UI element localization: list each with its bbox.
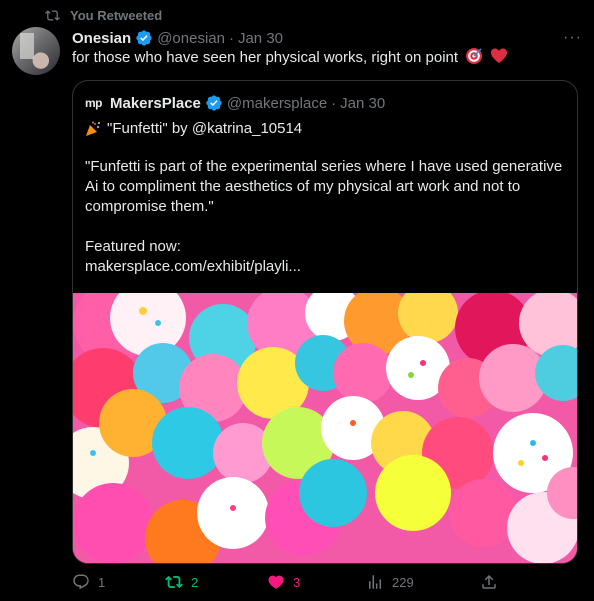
like-icon [268,575,284,589]
retweet-icon [45,9,60,21]
share-icon [482,574,496,589]
quote-author-handle[interactable]: @makersplace [227,95,327,112]
quote-author-name[interactable]: MakersPlace [110,95,201,112]
author-name[interactable]: Onesian [72,30,131,47]
quote-header: mp MakersPlace @makersplace · Jan 30 [85,93,385,113]
separator-dot: · [228,29,234,47]
tweet-actions: 1 2 3 229 [72,573,576,595]
like-count: 3 [293,574,301,590]
party-popper-emoji [86,121,100,136]
reply-button[interactable]: 1 [72,573,105,591]
views-button[interactable]: 229 [366,573,414,591]
share-button[interactable] [480,573,498,591]
heart-emoji [491,48,508,63]
quote-title-line: "Funfetti" by @katrina_10514 [85,119,302,139]
tweet-header: Onesian @onesian · Jan 30 ··· [72,27,582,49]
quote-title: "Funfetti" by @katrina_10514 [107,120,303,137]
views-count: 229 [392,574,414,590]
tweet-text-content: for those who have seen her physical wor… [72,49,459,66]
author-avatar[interactable] [12,27,60,75]
more-icon[interactable]: ··· [563,29,582,47]
verified-badge-icon [206,95,222,111]
views-icon [369,575,381,589]
retweet-count: 2 [191,574,199,590]
tweet-date[interactable]: Jan 30 [238,30,283,47]
reply-count: 1 [98,574,106,590]
retweet-icon [165,575,183,589]
target-emoji [466,48,483,64]
makersplace-logo: mp [85,96,103,110]
quoted-tweet[interactable]: mp MakersPlace @makersplace · Jan 30 "Fu… [72,80,578,564]
separator-dot: · [331,94,337,112]
reply-icon [73,574,89,590]
author-handle[interactable]: @onesian [157,30,225,47]
tweet-text: for those who have seen her physical wor… [72,47,572,68]
retweet-button[interactable]: 2 [165,573,198,591]
funfetti-artwork-image[interactable] [73,293,577,563]
quote-body-text: "Funfetti is part of the experimental se… [85,158,563,275]
verified-badge-icon [136,30,152,46]
artwork-illustration [73,293,577,563]
like-button[interactable]: 3 [267,573,300,591]
retweet-label: You Retweeted [70,7,163,23]
retweet-context: You Retweeted [45,6,162,24]
quote-date[interactable]: Jan 30 [340,95,385,112]
